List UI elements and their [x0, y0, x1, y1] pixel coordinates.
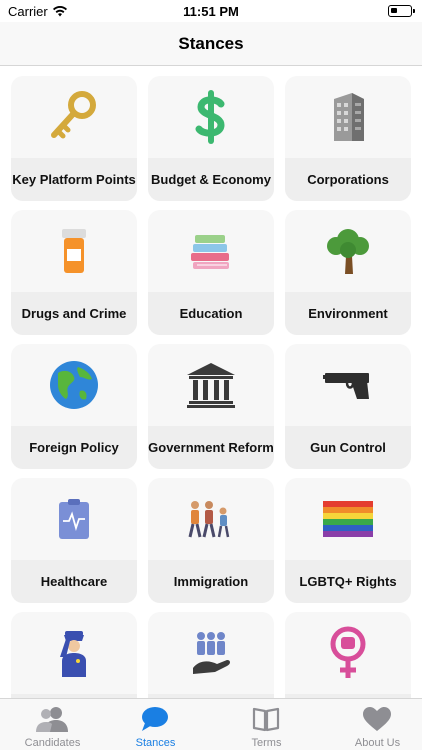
dollar-icon: [195, 90, 225, 144]
tab-terms[interactable]: Terms: [214, 699, 319, 750]
books-icon: [191, 235, 229, 269]
pistol-icon: [323, 373, 369, 399]
globe-icon: [50, 361, 98, 409]
stance-label: Budget & Economy: [151, 172, 271, 187]
clock-time: 11:51 PM: [183, 4, 239, 19]
page-title: Stances: [178, 34, 244, 53]
police-officer-icon: [60, 631, 86, 677]
walking-family-icon: [188, 501, 230, 538]
tree-icon: [327, 229, 369, 274]
stance-card-government-reform[interactable]: Government Reform: [148, 344, 274, 469]
stance-card-education[interactable]: Education: [148, 210, 274, 335]
tab-candidates[interactable]: Candidates: [0, 699, 105, 750]
rainbow-flag-icon: [323, 501, 373, 537]
tab-label: Terms: [251, 737, 282, 749]
tab-label: Stances: [135, 737, 176, 749]
battery-icon: [388, 5, 415, 17]
status-bar: Carrier 11:51 PM: [0, 0, 422, 22]
building-icon: [334, 93, 364, 141]
stance-label: Government Reform: [148, 440, 274, 455]
stance-card-social-services[interactable]: [148, 612, 274, 698]
stance-label: Corporations: [307, 172, 389, 187]
tab-about-us[interactable]: About Us: [325, 699, 422, 750]
tab-label: About Us: [354, 737, 401, 749]
stance-label: LGBTQ+ Rights: [299, 574, 397, 589]
key-icon: [51, 91, 96, 139]
stance-card-immigration[interactable]: Immigration: [148, 478, 274, 603]
stance-label: Education: [179, 306, 243, 321]
tab-label: Candidates: [24, 737, 81, 749]
stance-card-environment[interactable]: Environment: [285, 210, 411, 335]
tab-bar: Candidates Stances Terms About Us: [0, 698, 422, 750]
people-hand-icon: [193, 632, 230, 674]
stances-grid[interactable]: Key Platform Points Budget & Economy Cor…: [0, 66, 422, 698]
stance-card-gun-control[interactable]: Gun Control: [285, 344, 411, 469]
speech-bubble-icon: [139, 705, 171, 733]
navigation-bar: Stances: [0, 22, 422, 66]
stance-label: Environment: [308, 306, 388, 321]
stance-card-drugs-and-crime[interactable]: Drugs and Crime: [11, 210, 137, 335]
stance-card-foreign-policy[interactable]: Foreign Policy: [11, 344, 137, 469]
pill-bottle-icon: [62, 229, 86, 273]
stance-label: Key Platform Points: [12, 172, 136, 187]
stance-card-corporations[interactable]: Corporations: [285, 76, 411, 201]
stance-label: Foreign Policy: [29, 440, 119, 455]
tab-stances[interactable]: Stances: [103, 699, 208, 750]
stance-card-key-platform-points[interactable]: Key Platform Points: [11, 76, 137, 201]
stance-card-lgbtq-rights[interactable]: LGBTQ+ Rights: [285, 478, 411, 603]
stance-card-womens-rights[interactable]: [285, 612, 411, 698]
stance-label: Immigration: [173, 574, 249, 589]
open-book-icon: [250, 705, 282, 733]
people-icon: [36, 705, 68, 733]
heart-icon: [361, 705, 393, 733]
stance-card-budget-economy[interactable]: Budget & Economy: [148, 76, 274, 201]
stance-label: Drugs and Crime: [21, 306, 127, 321]
government-building-icon: [187, 363, 235, 408]
clipboard-heartbeat-icon: [59, 499, 89, 539]
stance-card-healthcare[interactable]: Healthcare: [11, 478, 137, 603]
stance-label: Gun Control: [310, 440, 386, 455]
stance-label: Healthcare: [40, 574, 108, 589]
stance-card-police[interactable]: [11, 612, 137, 698]
feminist-fist-icon: [330, 626, 366, 678]
